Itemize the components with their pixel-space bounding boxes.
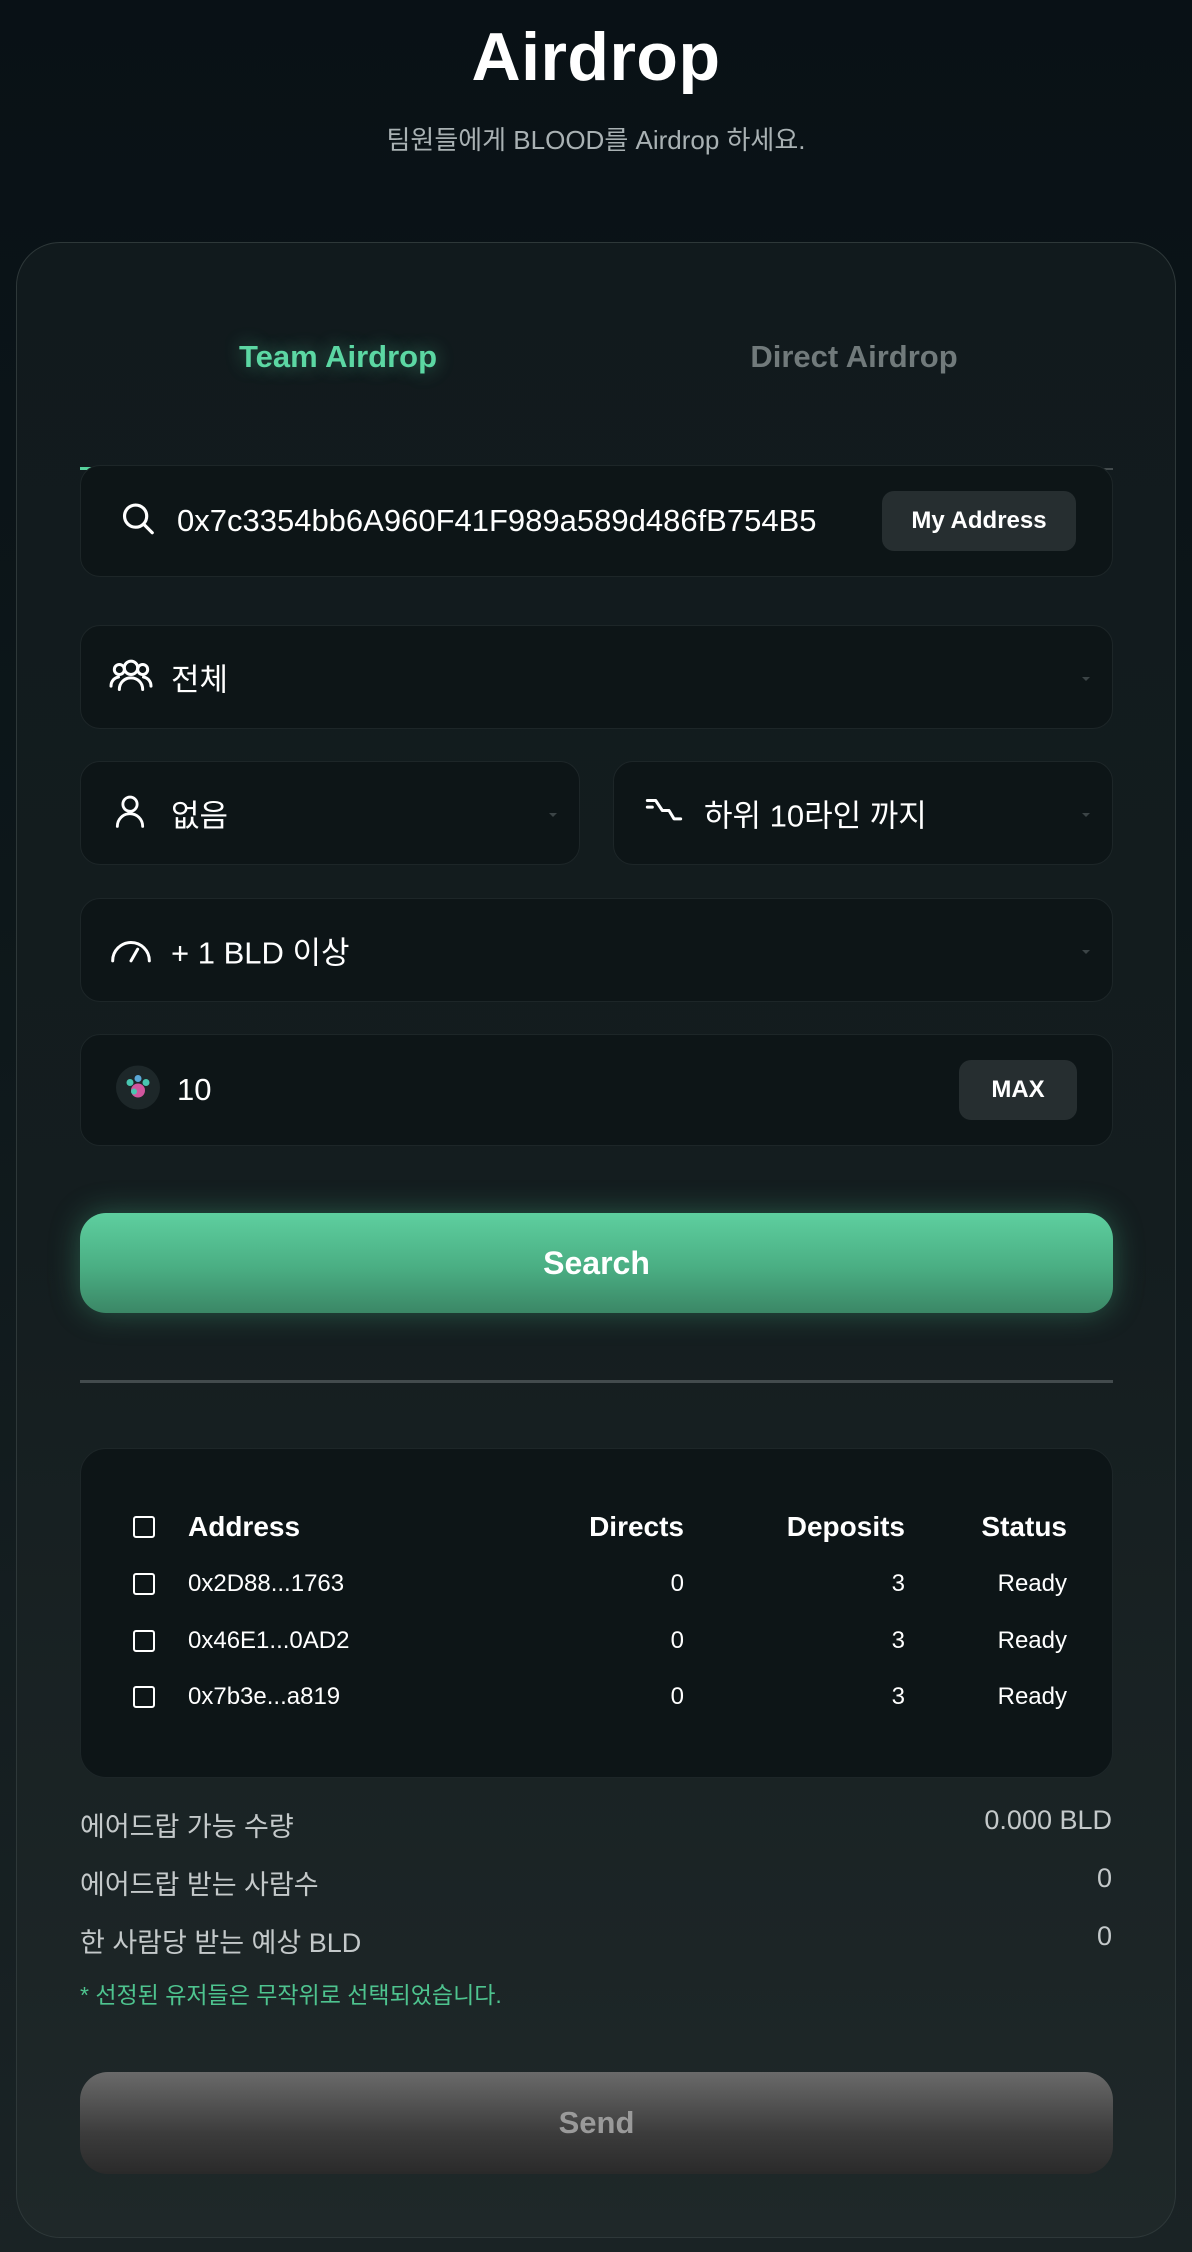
per-person-value: 0 (1096, 1921, 1112, 1951)
column-header-address: Address (188, 1511, 301, 1542)
row-checkbox[interactable] (133, 1686, 155, 1708)
page-title: Airdrop (471, 19, 721, 95)
row-deposits: 3 (891, 1570, 905, 1597)
user-icon (111, 791, 149, 836)
gauge-icon (109, 928, 153, 973)
available-amount-label: 에어드랍 가능 수량 (80, 1812, 294, 1842)
users-icon (109, 655, 153, 700)
group-select-value: 전체 (171, 662, 229, 698)
depth-select-value: 하위 10라인 까지 (704, 798, 927, 834)
row-checkbox[interactable] (133, 1573, 155, 1595)
row-directs: 0 (670, 1627, 684, 1654)
row-status: Ready (997, 1570, 1067, 1597)
recipient-count-label: 에어드랍 받는 사람수 (80, 1870, 319, 1900)
row-checkbox[interactable] (133, 1630, 155, 1652)
column-header-directs: Directs (589, 1511, 684, 1542)
row-address: 0x2D88...1763 (188, 1570, 345, 1597)
random-selection-note: * 선정된 유저들은 무작위로 선택되었습니다. (80, 1982, 502, 2008)
amount-input[interactable]: 10 (177, 1072, 211, 1108)
row-directs: 0 (670, 1683, 684, 1710)
row-status: Ready (997, 1627, 1067, 1654)
group-select[interactable]: 전체 (80, 625, 1113, 729)
row-directs: 0 (670, 1570, 684, 1597)
chevron-down-icon (1082, 677, 1090, 681)
page-subtitle: 팀원들에게 BLOOD를 Airdrop 하세요. (386, 125, 806, 155)
search-button[interactable]: Search (80, 1213, 1113, 1313)
row-deposits: 3 (891, 1683, 905, 1710)
amount-field[interactable]: 10 MAX (80, 1034, 1113, 1146)
per-person-label: 한 사람당 받는 예상 BLD (80, 1928, 362, 1958)
recipient-count-value: 0 (1096, 1863, 1112, 1893)
user-select-value: 없음 (171, 798, 229, 834)
column-header-deposits: Deposits (786, 1511, 905, 1542)
results-table: Address Directs Deposits Status 0x2D88..… (80, 1448, 1113, 1778)
row-deposits: 3 (891, 1627, 905, 1654)
row-address: 0x46E1...0AD2 (188, 1627, 350, 1654)
tab-direct-airdrop[interactable]: Direct Airdrop (596, 313, 1112, 401)
send-button[interactable]: Send (80, 2072, 1113, 2174)
airdrop-card: Team Airdrop Direct Airdrop 0x7c3354bb6A… (16, 242, 1176, 2238)
row-status: Ready (997, 1683, 1067, 1710)
min-amount-select[interactable]: + 1 BLD 이상 (80, 898, 1113, 1002)
user-select[interactable]: 없음 (80, 761, 580, 865)
search-icon (119, 500, 157, 543)
select-all-checkbox[interactable] (133, 1516, 155, 1538)
stairs-icon (644, 791, 684, 836)
max-button[interactable]: MAX (959, 1060, 1077, 1120)
row-address: 0x7b3e...a819 (188, 1683, 341, 1710)
address-search-field[interactable]: 0x7c3354bb6A960F41F989a589d486fB754B5 My… (80, 465, 1113, 577)
my-address-button[interactable]: My Address (882, 491, 1076, 551)
tab-bar: Team Airdrop Direct Airdrop (80, 313, 1113, 470)
available-amount-value: 0.000 BLD (984, 1805, 1112, 1835)
tab-team-airdrop[interactable]: Team Airdrop (80, 313, 596, 401)
chevron-down-icon (549, 813, 557, 817)
chevron-down-icon (1082, 950, 1090, 954)
section-divider (80, 1380, 1113, 1383)
chevron-down-icon (1082, 813, 1090, 817)
address-search-input[interactable]: 0x7c3354bb6A960F41F989a589d486fB754B5 (177, 503, 955, 539)
depth-select[interactable]: 하위 10라인 까지 (613, 761, 1113, 865)
min-amount-value: + 1 BLD 이상 (171, 935, 350, 971)
column-header-status: Status (981, 1511, 1067, 1542)
blood-token-icon (115, 1065, 161, 1116)
